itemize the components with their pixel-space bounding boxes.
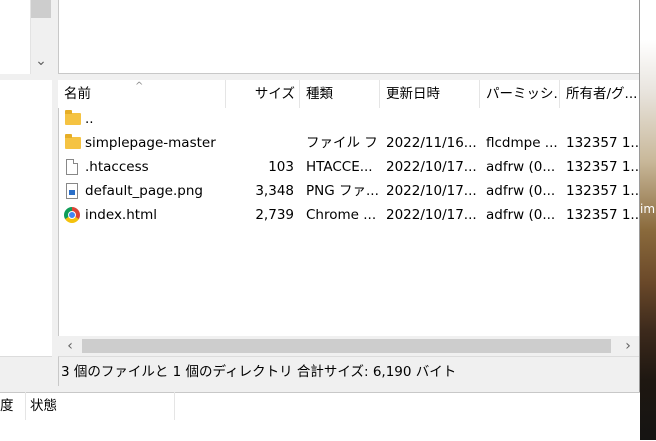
chrome-icon: [64, 207, 80, 223]
file-name: default_page.png: [85, 183, 203, 199]
file-size: 3,348: [255, 183, 294, 199]
window-border: [639, 0, 640, 392]
desktop-background: [640, 0, 656, 440]
file-row-parent[interactable]: ..: [58, 107, 640, 131]
file-size: [226, 131, 294, 155]
file-modified: 2022/10/17...: [386, 183, 477, 199]
column-header-owner[interactable]: 所有者/グ...: [560, 80, 640, 108]
file-row[interactable]: .htaccess 103 HTACCE... 2022/10/17... ad…: [58, 155, 640, 179]
file-permissions: adfrw (0...: [486, 159, 556, 175]
file-list-header: 名前 サイズ 種類 更新日時 パーミッシ... 所有者/グ...: [58, 80, 640, 108]
file-owner: 132357 1...: [566, 183, 640, 199]
scroll-right-arrow-icon[interactable]: ›: [618, 336, 638, 356]
file-owner: 132357 1...: [566, 159, 640, 175]
file-name: simplepage-master: [85, 135, 216, 151]
folder-icon: [65, 134, 81, 149]
desktop-text: im: [640, 202, 656, 216]
local-file-list-pane: [0, 80, 53, 356]
file-type: HTACCE...: [306, 159, 373, 175]
column-header-size[interactable]: サイズ: [226, 80, 300, 108]
file-name: .htaccess: [85, 159, 149, 175]
file-row[interactable]: default_page.png 3,348 PNG ファ... 2022/10…: [58, 179, 640, 203]
column-header-type[interactable]: 種類: [300, 80, 380, 108]
text-file-icon: [66, 159, 78, 175]
queue-column-status[interactable]: 状態: [26, 392, 175, 420]
vertical-scrollbar-thumb[interactable]: [31, 0, 51, 18]
file-type: ファイル フ...: [306, 135, 378, 151]
scroll-left-arrow-icon[interactable]: ‹: [60, 336, 80, 356]
horizontal-scrollbar-thumb[interactable]: [82, 339, 611, 353]
file-type: Chrome ...: [306, 207, 377, 223]
status-text: 3 個のファイルと 1 個のディレクトリ 合計サイズ: 6,190 バイト: [61, 364, 457, 380]
file-modified: 2022/10/17...: [386, 159, 477, 175]
local-status-bar: [0, 356, 52, 387]
file-owner: 132357 1...: [566, 207, 640, 223]
png-file-icon: [66, 183, 78, 199]
queue-header: 度 状態: [0, 392, 175, 420]
file-size: 103: [268, 159, 294, 175]
file-permissions: adfrw (0...: [486, 183, 556, 199]
file-permissions: adfrw (0...: [486, 207, 556, 223]
column-header-modified[interactable]: 更新日時: [380, 80, 480, 108]
file-name: index.html: [85, 207, 157, 223]
scroll-down-arrow-icon[interactable]: ⌄: [30, 50, 52, 72]
file-row[interactable]: simplepage-master ファイル フ... 2022/11/16..…: [58, 131, 640, 155]
remote-tree-pane: [58, 0, 640, 74]
queue-column-priority[interactable]: 度: [0, 392, 26, 420]
sort-ascending-icon: ^: [135, 81, 144, 92]
file-name: ..: [85, 111, 94, 127]
file-size: 2,739: [255, 207, 294, 223]
file-modified: 2022/11/16...: [386, 135, 477, 151]
file-modified: 2022/10/17...: [386, 207, 477, 223]
column-header-permissions[interactable]: パーミッシ...: [480, 80, 560, 108]
file-owner: 132357 1...: [566, 135, 640, 151]
file-permissions: flcdmpe ...: [486, 135, 558, 151]
file-row[interactable]: index.html 2,739 Chrome ... 2022/10/17..…: [58, 203, 640, 227]
folder-icon: [65, 110, 81, 125]
file-type: PNG ファ...: [306, 183, 378, 199]
